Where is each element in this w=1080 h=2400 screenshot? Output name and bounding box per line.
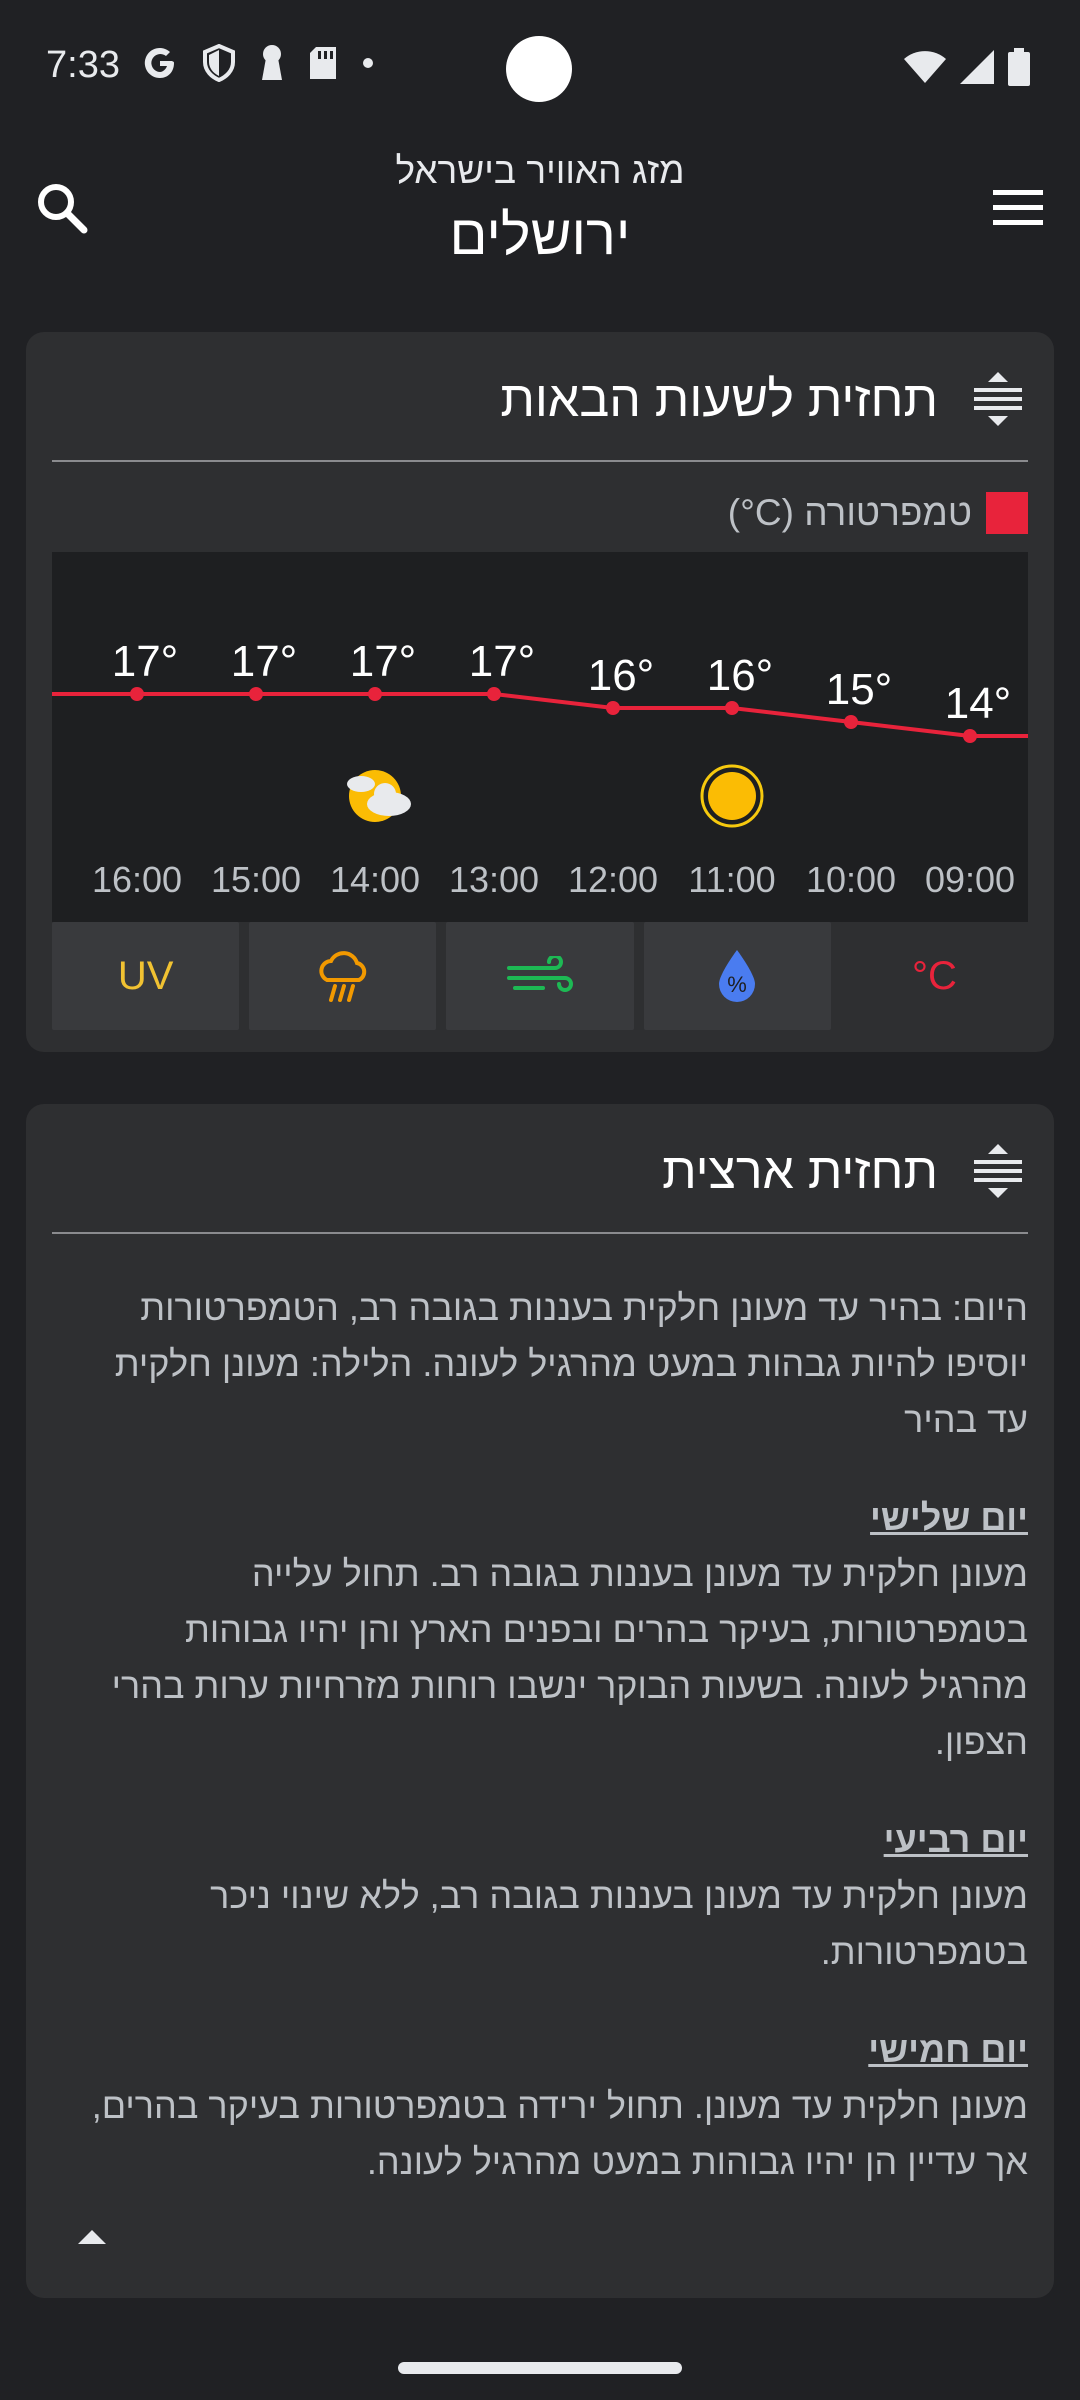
national-card-title: תחזית ארצית <box>662 1143 938 1199</box>
cell-signal-icon <box>960 50 994 84</box>
temperature-value-label: 17° <box>112 637 179 686</box>
temperature-value-label: 15° <box>826 665 893 714</box>
sun-icon <box>700 764 764 828</box>
notification-icons <box>142 44 374 82</box>
temperature-point <box>963 729 977 743</box>
temperature-value-label: 16° <box>588 651 655 700</box>
system-icons <box>904 48 1030 86</box>
day-title: יום חמישי <box>868 2029 1028 2070</box>
national-card-header: תחזית ארצית <box>52 1104 1028 1234</box>
rain-cloud-icon <box>319 951 366 1002</box>
hour-tick-label: 09:00 <box>925 859 1015 900</box>
dot-icon <box>363 58 373 68</box>
google-icon <box>144 48 174 79</box>
sd-card-icon <box>310 47 336 79</box>
temperature-value-label: 14° <box>945 679 1012 728</box>
humidity-drop-icon: % <box>719 950 756 1002</box>
tab-humidity[interactable]: % <box>643 922 831 1030</box>
hour-tick-label: 12:00 <box>568 859 658 900</box>
temperature-point <box>725 701 739 715</box>
hour-tick-label: 13:00 <box>449 859 539 900</box>
status-bar: 7:33 <box>0 0 1080 140</box>
hour-tick-label: 14:00 <box>330 859 420 900</box>
svg-text:%: % <box>727 972 747 997</box>
celsius-label: °C <box>911 953 957 998</box>
temperature-value-label: 17° <box>231 637 298 686</box>
expand-collapse-icon[interactable] <box>968 370 1028 428</box>
tab-rain[interactable] <box>249 922 437 1030</box>
status-time: 7:33 <box>46 44 120 86</box>
temperature-value-label: 17° <box>469 637 536 686</box>
day-text: מעונן חלקית עד מעונן בעננות בגובה רב. תח… <box>111 1553 1028 1762</box>
national-forecast-text: היום: בהיר עד מעונן חלקית בעננות בגובה ר… <box>82 1280 1028 2190</box>
chart-legend: טמפרטורה (C°) <box>728 492 1028 534</box>
expand-collapse-icon[interactable] <box>968 1142 1028 1200</box>
app-subtitle: מזג האוויר בישראל <box>395 150 685 191</box>
shield-icon <box>203 44 235 82</box>
temperature-point <box>487 687 501 701</box>
tab-temperature[interactable]: °C <box>840 922 1029 1030</box>
hour-tick-label: 16:00 <box>92 859 182 900</box>
today-forecast: היום: בהיר עד מעונן חלקית בעננות בגובה ר… <box>114 1287 1028 1440</box>
collapse-arrow-icon[interactable] <box>72 2226 112 2250</box>
national-forecast-card: תחזית ארצית היום: בהיר עד מעונן חלקית בע… <box>26 1104 1054 2298</box>
app-bar: מזג האוויר בישראל ירושלים <box>0 140 1080 290</box>
wifi-icon <box>904 51 946 83</box>
temperature-point <box>368 687 382 701</box>
chart-tabs: UV % °C <box>52 922 1029 1030</box>
city-title[interactable]: ירושלים <box>0 202 1080 267</box>
day-title: יום רביעי <box>883 1819 1028 1860</box>
temperature-value-label: 16° <box>707 651 774 700</box>
home-indicator[interactable] <box>398 2362 682 2374</box>
day-text: מעונן חלקית עד מעונן בעננות בגובה רב, לל… <box>210 1875 1028 1972</box>
temperature-value-label: 17° <box>350 637 417 686</box>
temperature-point <box>606 701 620 715</box>
tab-wind[interactable] <box>446 922 634 1030</box>
temperature-point <box>249 687 263 701</box>
legend-label: טמפרטורה (C°) <box>727 492 972 533</box>
hourly-card-title: תחזית לשעות הבאות <box>500 371 938 427</box>
partly-cloudy-icon <box>347 770 411 822</box>
hour-tick-label: 11:00 <box>688 859 775 900</box>
uv-label: UV <box>117 953 174 998</box>
hourly-card-header: תחזית לשעות הבאות <box>52 332 1028 462</box>
menu-button[interactable] <box>986 176 1050 240</box>
legend-swatch <box>986 492 1028 534</box>
day-title: יום שלישי <box>870 1497 1028 1538</box>
keyhole-icon <box>262 45 282 80</box>
day-text: מעונן חלקית עד מעונן. תחול ירידה בטמפרטו… <box>91 2085 1028 2182</box>
hourly-forecast-card: תחזית לשעות הבאות טמפרטורה (C°) 14° 09:00… <box>26 332 1054 1052</box>
temperature-point <box>130 687 144 701</box>
hamburger-menu-icon <box>993 190 1043 225</box>
hour-tick-label: 10:00 <box>806 859 896 900</box>
battery-icon <box>1008 48 1030 86</box>
temperature-point <box>844 715 858 729</box>
hour-tick-label: 15:00 <box>211 859 301 900</box>
wind-icon <box>507 956 573 992</box>
tab-uv[interactable]: UV <box>52 922 240 1030</box>
camera-cutout <box>506 36 572 102</box>
